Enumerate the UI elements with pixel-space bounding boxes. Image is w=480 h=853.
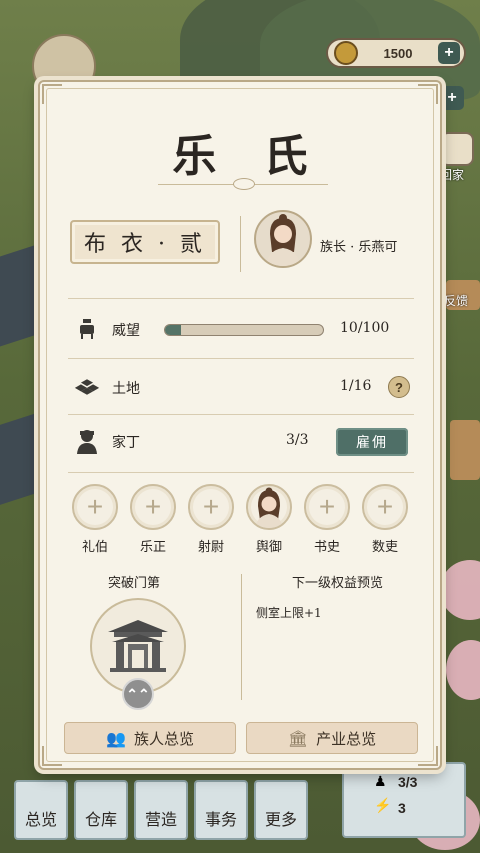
lightning-icon: ⚡ <box>374 798 392 814</box>
home-button[interactable] <box>440 132 474 166</box>
breakthrough-button[interactable]: ⌃⌃ <box>122 678 154 710</box>
title-ornament-icon <box>233 178 255 190</box>
hire-button[interactable]: 雇佣 <box>336 428 408 456</box>
breakthrough-title: 突破门第 <box>108 576 161 591</box>
member-portrait <box>255 487 283 528</box>
preview-title: 下一级权益预览 <box>292 576 384 591</box>
leader-label: 族长 · 乐燕可 <box>320 240 398 255</box>
prestige-value: 10/100 <box>340 320 390 336</box>
land-label: 土地 <box>112 381 140 397</box>
position-slot-libo[interactable]: + <box>72 484 118 530</box>
position-slot-shewei[interactable]: + <box>188 484 234 530</box>
incense-burner-icon <box>74 316 100 342</box>
leader-avatar[interactable] <box>254 210 312 268</box>
nav-warehouse[interactable]: 仓库 <box>74 780 128 840</box>
servants-value: 3/3 <box>286 432 309 448</box>
feedback-label[interactable]: 反馈 <box>444 292 468 309</box>
servant-icon <box>74 428 100 454</box>
clan-panel: 乐 氏 布 衣 · 贰 族长 · 乐燕可 威望 10/100 土地 1/16 ?… <box>38 80 442 770</box>
position-label: 礼伯 <box>81 540 108 555</box>
prestige-progress-bar <box>164 324 324 336</box>
position-slot-shuli[interactable]: + <box>362 484 408 530</box>
land-tiles-icon <box>74 374 100 400</box>
property-overview-button[interactable]: 🏛 产业总览 <box>246 722 418 754</box>
position-slot-yuezheng[interactable]: + <box>130 484 176 530</box>
double-chevron-up-icon: ⌃⌃ <box>126 685 150 702</box>
benefit-item: 侧室上限+1 <box>256 606 322 620</box>
clan-name: 乐 氏 <box>172 131 324 182</box>
prestige-progress-fill <box>165 325 181 335</box>
position-label: 舆御 <box>255 540 282 555</box>
bottom-nav: 总览 仓库 营造 事务 更多 <box>14 780 308 840</box>
position-slot-shushi[interactable]: + <box>304 484 350 530</box>
person-icon: ♟ <box>374 774 387 790</box>
servants-label: 家丁 <box>112 435 140 451</box>
property-overview-label: 产业总览 <box>316 729 377 748</box>
plus-icon: + <box>318 491 336 522</box>
plus-icon: + <box>144 491 162 522</box>
nav-more[interactable]: 更多 <box>254 780 308 840</box>
currency-amount: 1500 <box>383 45 413 61</box>
land-value: 1/16 <box>340 378 372 394</box>
prestige-label: 威望 <box>112 323 140 339</box>
position-slot-yuyu[interactable] <box>246 484 292 530</box>
add-resource-button[interactable]: + <box>440 86 464 110</box>
plus-icon: + <box>202 491 220 522</box>
stats-box: 3/3 3 ♟ ⚡ <box>342 762 466 838</box>
nav-construction[interactable]: 营造 <box>134 780 188 840</box>
position-label: 射尉 <box>197 540 224 555</box>
coin-icon <box>334 41 358 65</box>
home-label: 回家 <box>440 168 465 182</box>
energy-count: 3 <box>398 800 406 816</box>
plus-icon: + <box>86 491 104 522</box>
people-count: 3/3 <box>398 774 418 790</box>
building-icon: 🏛 <box>287 728 309 748</box>
members-overview-label: 族人总览 <box>133 729 194 748</box>
members-overview-button[interactable]: 👥 族人总览 <box>64 722 236 754</box>
add-currency-button[interactable]: + <box>438 42 460 64</box>
nav-affairs[interactable]: 事务 <box>194 780 248 840</box>
nav-overview[interactable]: 总览 <box>14 780 68 840</box>
members-icon: 👥 <box>106 728 126 748</box>
position-label: 书史 <box>313 540 340 555</box>
currency-bar: 1500 + <box>326 38 466 68</box>
plus-icon: + <box>376 491 394 522</box>
position-label: 数吏 <box>371 540 398 555</box>
rank-plate: 布 衣 · 贰 <box>70 220 220 264</box>
position-label: 乐正 <box>139 540 166 555</box>
land-help-button[interactable]: ? <box>388 376 410 398</box>
